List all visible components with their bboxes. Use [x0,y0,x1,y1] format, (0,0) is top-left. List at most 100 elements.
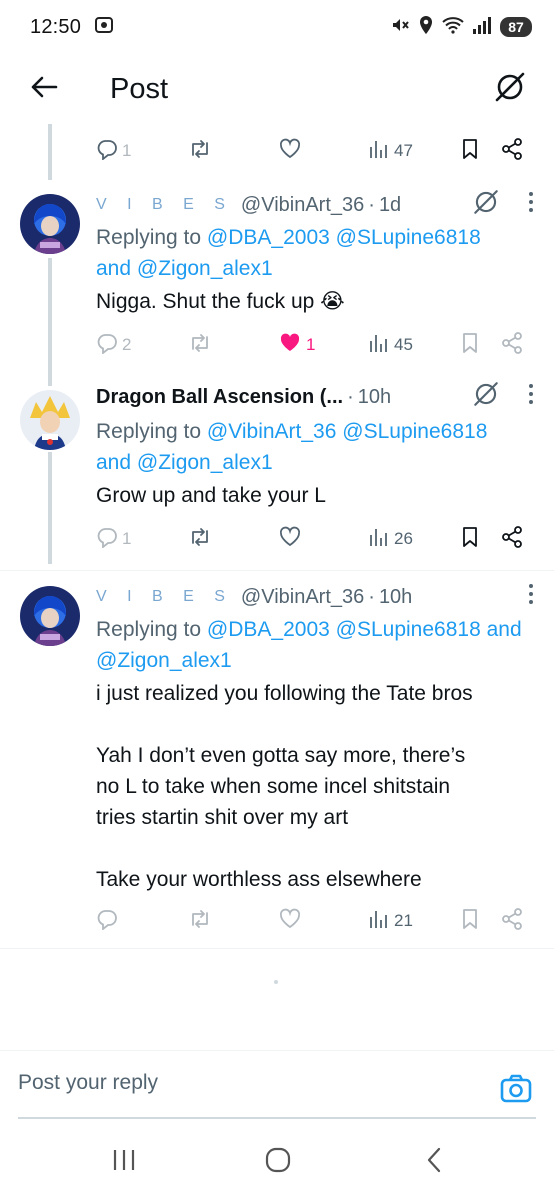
tweet-text-line: no L to take when some incel shitstain [96,775,451,798]
mention-link[interactable]: @SLupine6818 [336,226,481,249]
more-icon[interactable] [528,383,534,411]
tweet-text-line: i just realized you following the Tate b… [96,682,473,705]
bookmark-button[interactable] [460,136,480,166]
tweet-text: i just realized you following the Tate b… [96,678,536,895]
reply-button[interactable]: 1 [96,136,131,166]
reply-button[interactable]: 1 [96,524,131,554]
repost-icon [188,138,212,165]
mention-link[interactable]: @DBA_2003 [207,618,330,641]
mention-link[interactable]: @Zigon_alex1 [137,257,273,280]
views-button[interactable]: 21 [368,906,413,936]
tweet-header-icons [472,188,534,222]
loading-indicator [274,980,278,984]
views-icon [368,332,390,359]
separator-dot: · [368,193,375,216]
home-button[interactable] [258,1144,298,1180]
timestamp[interactable]: 10h [358,386,391,409]
like-button[interactable] [278,136,302,166]
mute-icon [390,15,410,40]
tweet-actions: 21 [96,906,536,936]
avatar[interactable] [20,586,80,646]
share-icon [500,137,524,166]
view-count: 21 [394,911,413,930]
like-button[interactable]: 1 [278,330,315,360]
input-underline [18,1117,536,1119]
replying-to: Replying to @DBA_2003 @SLupine6818 and @… [96,614,554,676]
grok-icon[interactable] [472,188,500,222]
chevron-left-icon [425,1146,443,1179]
repost-button[interactable] [188,524,212,554]
reply-icon [96,138,118,165]
share-button[interactable] [500,906,524,936]
share-icon [500,331,524,360]
repost-icon [188,332,212,359]
tweet-text-line [96,709,536,740]
tweet[interactable]: V I B E S @VibinArt_36 · 1d Replying to … [0,184,554,374]
heart-icon [278,908,302,935]
reply-count: 1 [122,529,132,548]
page-title: Post [110,72,169,105]
share-button[interactable] [500,330,524,360]
avatar[interactable] [20,390,80,450]
view-count: 26 [394,529,413,548]
bookmark-button[interactable] [460,330,480,360]
camera-button[interactable] [498,1071,534,1107]
tweet-header-icons [528,583,534,611]
system-back-button[interactable] [414,1144,454,1180]
reply-button[interactable]: 2 [96,330,131,360]
recent-apps-button[interactable] [104,1144,144,1180]
bookmark-button[interactable] [460,524,480,554]
separator-dot: · [368,585,375,608]
signal-icon [472,16,492,39]
user-handle[interactable]: @VibinArt_36 [241,586,364,609]
repost-button[interactable] [188,330,212,360]
thread-line [48,124,52,180]
tweet[interactable]: Dragon Ball Ascension (... · 10h Replyin… [0,378,554,568]
bookmark-icon [460,138,480,165]
mention-link[interactable]: @Zigon_alex1 [137,451,273,474]
repost-button[interactable] [188,136,212,166]
mention-link[interactable]: @Zigon_alex1 [96,649,232,672]
tweet-actions: 1 26 [96,524,536,554]
like-button[interactable] [278,524,302,554]
tweet-text-line: tries startin shit over my art [96,806,349,829]
timestamp[interactable]: 10h [379,586,412,609]
mention-link[interactable]: @DBA_2003 [207,226,330,249]
grok-icon[interactable] [472,380,500,414]
bookmark-button[interactable] [460,906,480,936]
avatar[interactable] [20,194,80,254]
share-button[interactable] [500,136,524,166]
share-icon [500,525,524,554]
reply-icon [96,526,118,553]
reply-count: 1 [122,141,132,160]
heart-icon [278,138,302,165]
more-icon[interactable] [528,191,534,219]
timestamp[interactable]: 1d [379,194,401,217]
grok-button[interactable] [490,69,530,109]
views-button[interactable]: 26 [368,524,413,554]
replying-label: Replying to [96,420,202,443]
back-button[interactable] [24,69,64,109]
share-icon [500,907,524,936]
view-count: 45 [394,335,413,354]
reply-button[interactable] [96,906,118,936]
status-time: 12:50 [30,15,82,38]
tweet-header: V I B E S @VibinArt_36 · 1d [96,190,534,220]
display-name[interactable]: V I B E S [96,196,233,214]
reply-count: 2 [122,335,132,354]
mention-link[interactable]: @SLupine6818 [342,420,487,443]
views-button[interactable]: 47 [368,136,413,166]
user-handle[interactable]: @VibinArt_36 [241,194,364,217]
reply-composer: Post your reply [0,1050,554,1120]
mention-link[interactable]: @VibinArt_36 [207,420,337,443]
display-name[interactable]: V I B E S [96,588,233,606]
mention-link[interactable]: @SLupine6818 [336,618,481,641]
repost-button[interactable] [188,906,212,936]
views-button[interactable]: 45 [368,330,413,360]
more-icon[interactable] [528,583,534,611]
tweet[interactable]: V I B E S @VibinArt_36 · 10h Replying to… [0,576,554,946]
reply-input[interactable]: Post your reply [18,1071,488,1095]
display-name[interactable]: Dragon Ball Ascension (... [96,386,343,409]
share-button[interactable] [500,524,524,554]
like-button[interactable] [278,906,302,936]
